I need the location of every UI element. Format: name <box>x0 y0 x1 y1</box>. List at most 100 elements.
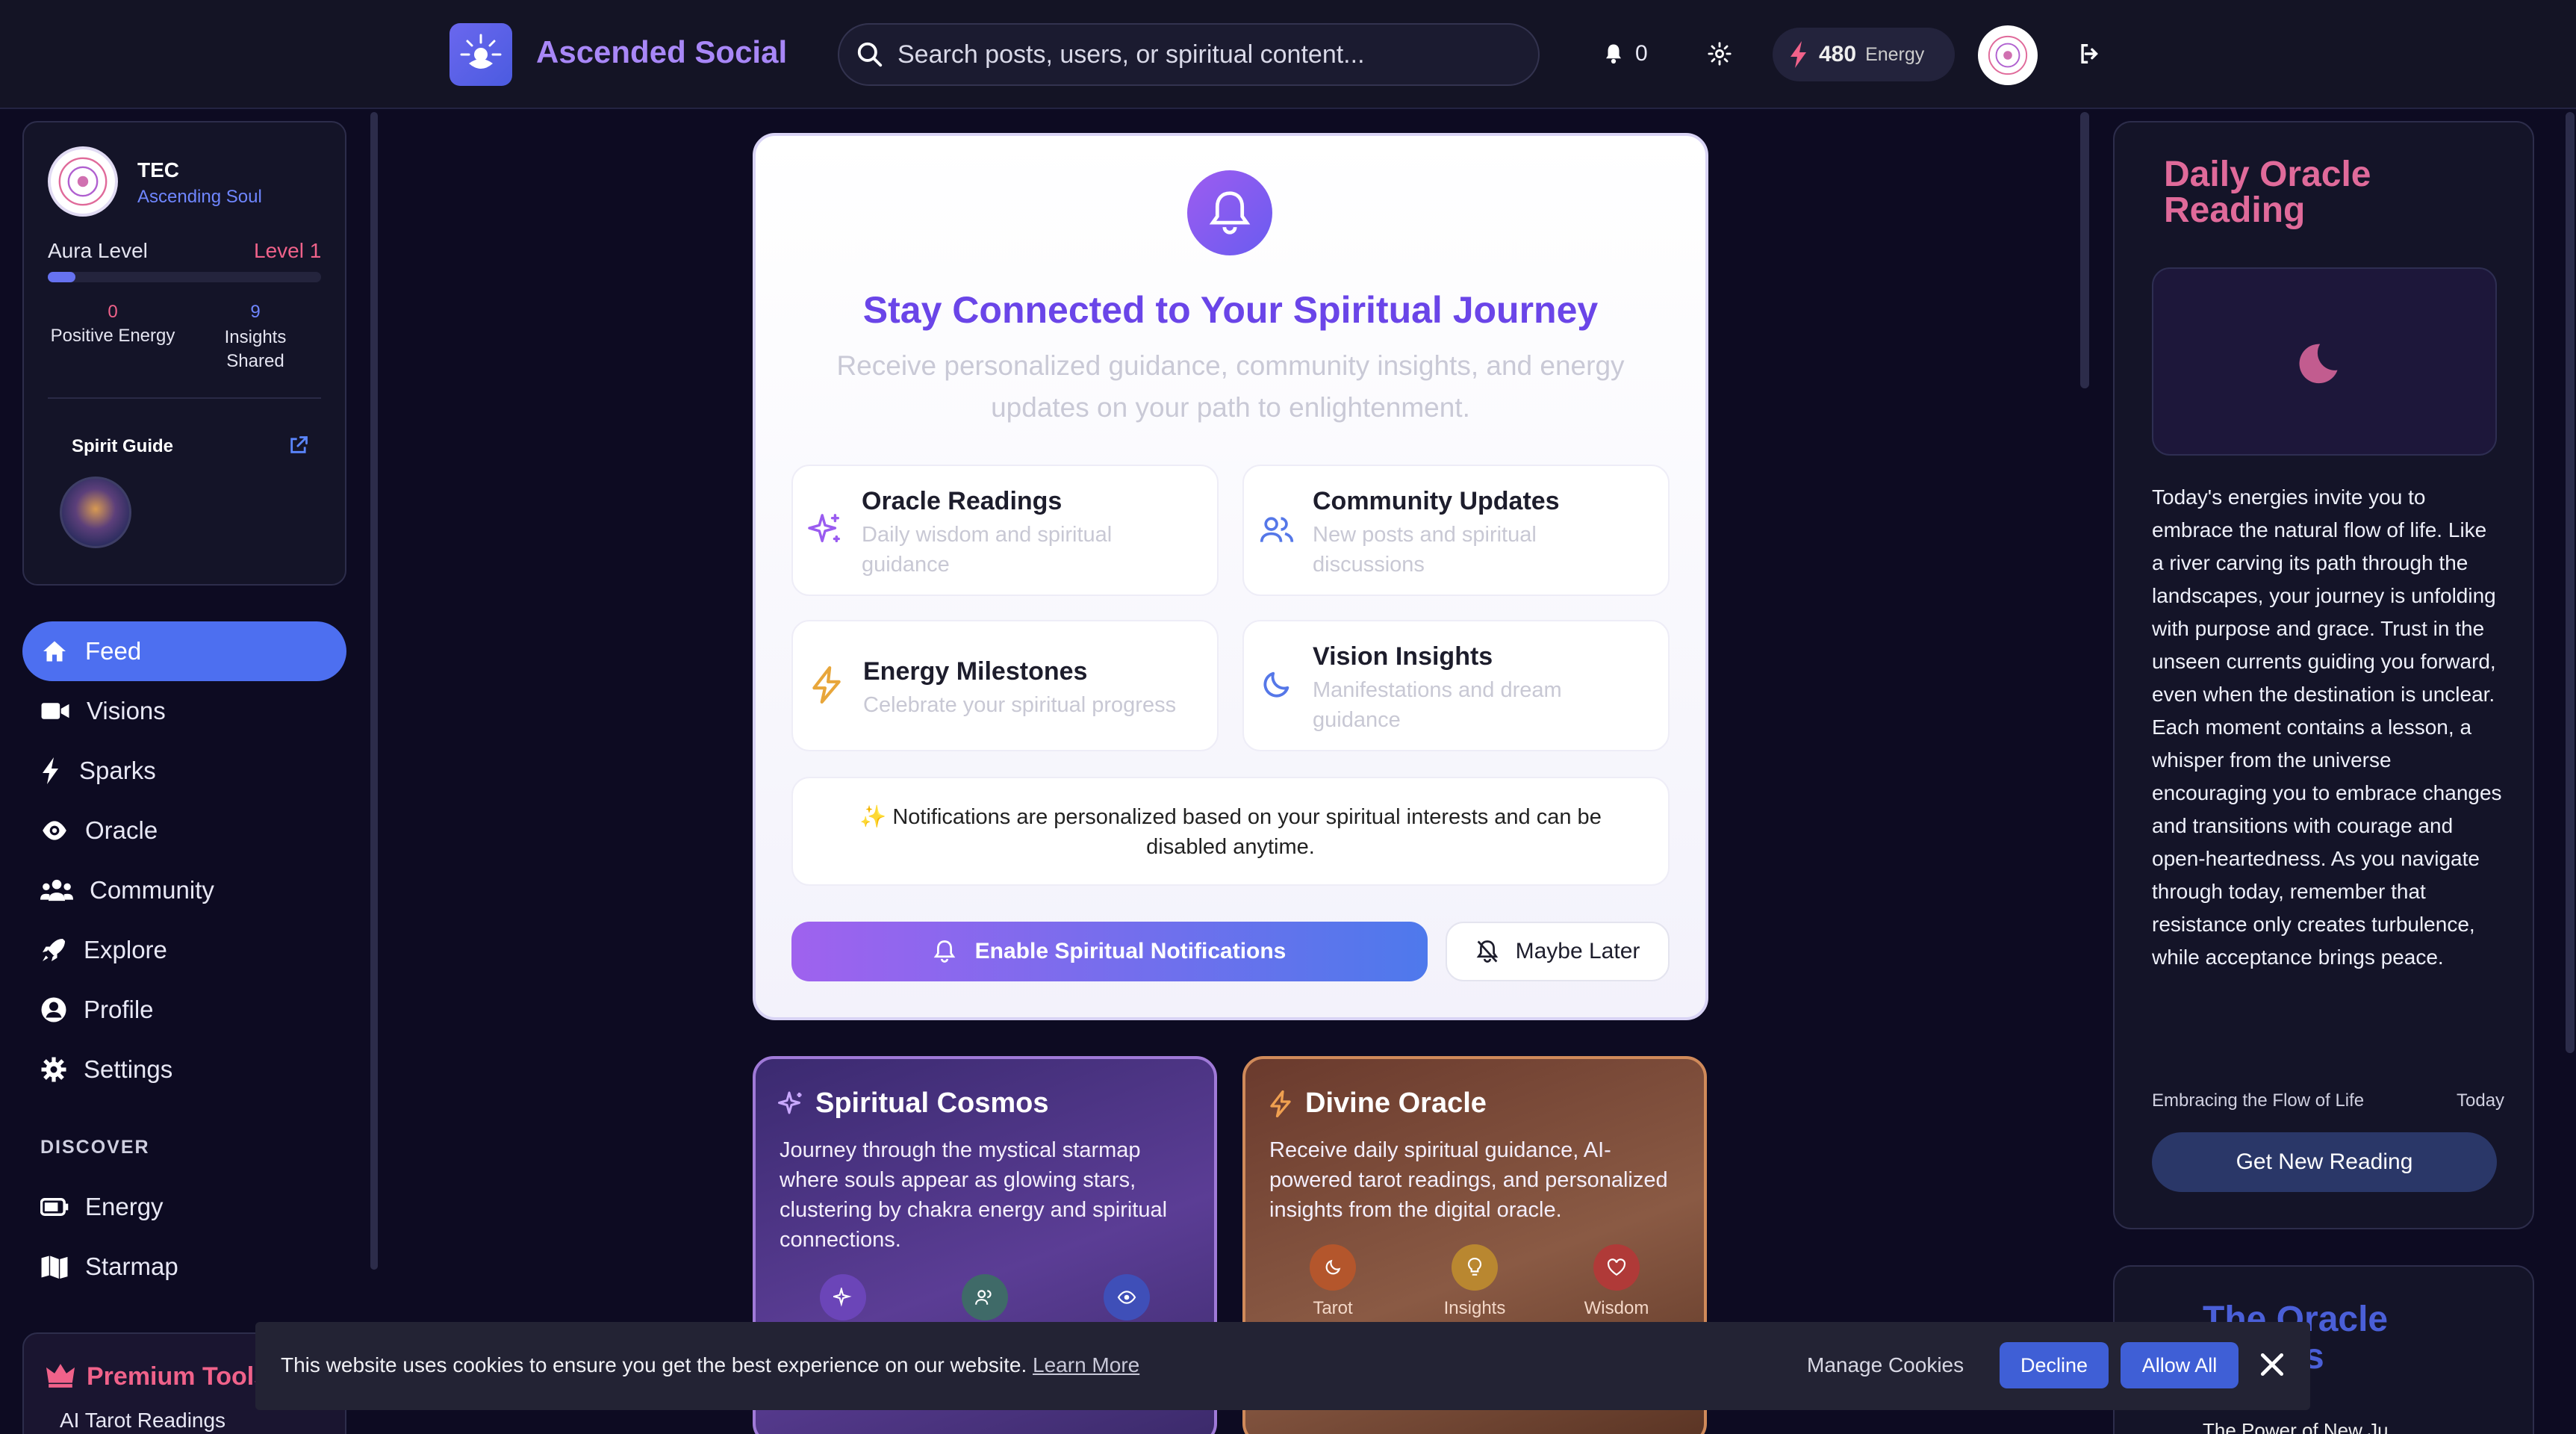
bolt-icon <box>1268 1090 1293 1117</box>
enable-notifications-label: Enable Spiritual Notifications <box>974 939 1287 963</box>
bell-icon <box>933 940 955 963</box>
manage-cookies-button[interactable]: Manage Cookies <box>1807 1353 1964 1377</box>
logout-icon <box>2081 43 2098 64</box>
mandala-icon <box>1988 35 2028 75</box>
positive-energy-value: 0 <box>108 302 118 322</box>
feature-title: Community Updates <box>1313 487 1560 515</box>
notification-prompt-subtitle: Receive personalized guidance, community… <box>836 350 1625 423</box>
divider <box>48 397 321 399</box>
profile-name: TEC <box>137 158 179 181</box>
sidebar-item-explore[interactable]: Explore <box>22 920 346 980</box>
aura-label: Aura Level <box>48 239 148 262</box>
spirit-guide-link[interactable] <box>288 435 309 456</box>
page-scrollbar[interactable] <box>2566 112 2575 1053</box>
cookie-text: This website uses cookies to ensure you … <box>281 1353 1139 1377</box>
sidebar-item-sparks[interactable]: Sparks <box>22 741 346 801</box>
energy-badge[interactable]: 480 Energy <box>1773 28 1955 81</box>
close-cookie-banner-button[interactable] <box>2258 1350 2286 1379</box>
spirit-guide-avatar[interactable] <box>60 477 131 548</box>
feature-desc: Daily wisdom and spiritual guidance <box>862 523 1113 577</box>
notification-prompt-title: Stay Connected to Your Spiritual Journey <box>862 289 1599 331</box>
quest-item[interactable]: The Power of New Ju... <box>2203 1419 2404 1434</box>
spiritual-cosmos-title: Spiritual Cosmos <box>815 1087 1049 1119</box>
divine-oracle-title: Divine Oracle <box>1305 1087 1487 1119</box>
spiritual-cosmos-desc: Journey through the mystical starmap whe… <box>780 1138 1168 1252</box>
bell-icon <box>1209 191 1251 235</box>
aura-progress-fill <box>48 272 75 282</box>
sidebar-item-label: Starmap <box>85 1253 178 1280</box>
premium-tools-title: Premium Tools <box>87 1362 269 1391</box>
energy-value: 480 <box>1819 42 1857 66</box>
heart-icon <box>1593 1244 1640 1291</box>
spirit-guide-label: Spirit Guide <box>72 436 174 456</box>
video-icon <box>41 703 69 719</box>
profile-rank: Ascending Soul <box>137 187 262 207</box>
gear-icon <box>1708 42 1732 66</box>
energy-label: Energy <box>1865 43 1925 65</box>
app-title[interactable]: Ascended Social <box>536 34 787 70</box>
external-link-icon <box>290 436 308 453</box>
user-avatar[interactable] <box>1978 25 2038 85</box>
crown-icon <box>46 1364 75 1388</box>
notification-count: 0 <box>1635 41 1648 66</box>
mandala-icon <box>58 157 108 206</box>
search-input[interactable]: Search posts, users, or spiritual conten… <box>897 40 1365 69</box>
insights-value: 9 <box>250 302 261 322</box>
moon-icon <box>2299 344 2338 384</box>
users-icon <box>40 879 73 901</box>
sidebar-scrollbar[interactable] <box>370 112 378 1270</box>
enable-notifications-button[interactable]: Enable Spiritual Notifications <box>791 922 1428 981</box>
sidebar-item-visions[interactable]: Visions <box>22 681 346 741</box>
sidebar-item-oracle[interactable]: Oracle <box>22 801 346 860</box>
main-scrollbar[interactable] <box>2080 112 2089 388</box>
close-icon <box>2260 1353 2284 1376</box>
users-icon <box>962 1274 1008 1320</box>
settings-button[interactable] <box>1707 41 1732 66</box>
oracle-tag-wisdom: Wisdom <box>1584 1298 1649 1318</box>
sidebar-item-energy[interactable]: Energy <box>22 1177 346 1237</box>
bell-icon <box>1606 44 1621 64</box>
sidebar-item-settings[interactable]: Settings <box>22 1040 346 1099</box>
home-icon <box>43 641 66 662</box>
sidebar-item-starmap[interactable]: Starmap <box>22 1237 346 1297</box>
sidebar-item-label: Explore <box>84 936 167 963</box>
feature-desc: Manifestations and dream guidance <box>1313 678 1562 732</box>
search-icon <box>857 42 883 67</box>
sidebar-item-label: Feed <box>85 637 142 665</box>
user-circle-icon <box>41 997 66 1022</box>
feature-title: Vision Insights <box>1313 642 1493 671</box>
notification-info-text: ✨ Notifications are personalized based o… <box>859 805 1602 859</box>
sidebar-item-label: Profile <box>84 996 154 1023</box>
logout-button[interactable] <box>2077 41 2103 66</box>
maybe-later-label: Maybe Later <box>1515 939 1640 963</box>
map-icon <box>41 1255 68 1279</box>
sidebar-item-label: Sparks <box>79 757 156 784</box>
premium-item-tarot[interactable]: AI Tarot Readings <box>60 1409 225 1433</box>
sidebar-item-label: Community <box>90 876 214 904</box>
decline-cookies-button[interactable]: Decline <box>2000 1342 2109 1388</box>
moon-icon <box>1310 1244 1356 1291</box>
divine-oracle-desc: Receive daily spiritual guidance, AI-pow… <box>1269 1138 1668 1222</box>
app-logo[interactable] <box>449 23 512 86</box>
sparkles-icon <box>820 1274 866 1320</box>
maybe-later-button[interactable]: Maybe Later <box>1446 922 1670 981</box>
rocket-icon <box>43 939 65 961</box>
positive-energy-label: Positive Energy <box>50 326 175 346</box>
bolt-icon <box>1791 41 1806 68</box>
sidebar-item-profile[interactable]: Profile <box>22 980 346 1040</box>
learn-more-link[interactable]: Learn More <box>1033 1353 1139 1376</box>
allow-all-cookies-button[interactable]: Allow All <box>2121 1342 2239 1388</box>
get-new-reading-button[interactable]: Get New Reading <box>2152 1132 2497 1192</box>
sidebar-item-feed[interactable]: Feed <box>22 621 346 681</box>
lotus-icon <box>460 34 502 69</box>
bolt-icon <box>43 757 58 784</box>
sidebar-item-community[interactable]: Community <box>22 860 346 920</box>
discover-heading: DISCOVER <box>40 1137 150 1158</box>
notifications-button[interactable]: 0 <box>1602 41 1648 66</box>
lightbulb-icon <box>1452 1244 1498 1291</box>
gear-icon <box>41 1057 66 1082</box>
search-bar[interactable]: Search posts, users, or spiritual conten… <box>838 23 1540 86</box>
eye-icon <box>43 821 66 840</box>
aura-progress-bar <box>48 272 321 282</box>
profile-avatar[interactable] <box>48 146 118 217</box>
